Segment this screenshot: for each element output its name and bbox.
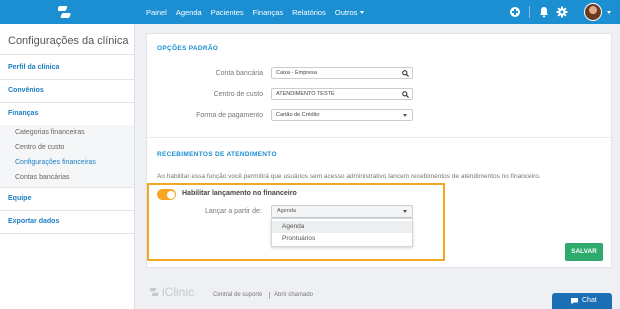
sidebar-subitem-centro-custo[interactable]: Centro de custo <box>15 144 64 151</box>
nav-relatorios[interactable]: Relatórios <box>292 8 326 17</box>
chat-icon <box>571 298 578 305</box>
divider <box>529 6 530 18</box>
sidebar: Configurações da clínica Perfil da clíni… <box>0 24 135 309</box>
toggle-knob <box>166 190 175 199</box>
search-icon <box>402 70 409 77</box>
divider <box>269 292 270 299</box>
centro-custo-label: Centro de custo <box>213 91 263 98</box>
plus-icon[interactable] <box>510 7 520 17</box>
sidebar-item-perfil[interactable]: Perfil da clínica <box>8 64 59 71</box>
main-nav: Painel Agenda Pacientes Finanças Relatór… <box>146 0 373 24</box>
conta-bancaria-label: Conta bancária <box>215 70 263 77</box>
lancar-a-partir-select[interactable]: Agenda <box>271 205 413 218</box>
centro-custo-field[interactable]: ATENDIMENTO TESTE <box>271 88 413 100</box>
nav-agenda[interactable]: Agenda <box>176 8 202 17</box>
sidebar-subitem-contas-bancarias[interactable]: Contas bancárias <box>15 174 69 181</box>
forma-pagamento-value: Cartão de Crédito <box>276 112 320 118</box>
divider <box>0 187 135 188</box>
lancar-a-partir-value: Agenda <box>277 208 296 214</box>
lancar-a-partir-label: Lançar a partir de: <box>205 208 262 215</box>
sidebar-item-exportar[interactable]: Exportar dados <box>8 218 59 225</box>
nav-outros[interactable]: Outros <box>335 8 365 17</box>
sidebar-item-financas[interactable]: Finanças <box>8 110 38 117</box>
avatar[interactable] <box>584 3 602 21</box>
section-heading-opcoes: OPÇÕES PADRÃO <box>157 45 219 52</box>
search-icon <box>402 91 409 98</box>
section-heading-recebimentos: RECEBIMENTOS DE ATENDIMENTO <box>157 151 277 158</box>
central-suporte-link[interactable]: Central de suporte <box>213 292 262 298</box>
lancar-dropdown-menu: Agenda Prontuários <box>271 218 413 247</box>
logo[interactable] <box>0 0 135 24</box>
nav-painel[interactable]: Painel <box>146 8 167 17</box>
footer-logo-icon <box>150 287 159 297</box>
recebimentos-description: Ao habilitar essa função você permitirá … <box>157 173 541 180</box>
sidebar-item-convenios[interactable]: Convênios <box>8 87 44 94</box>
nav-outros-label: Outros <box>334 7 358 17</box>
bell-icon[interactable] <box>539 6 549 18</box>
save-button[interactable]: SALVAR <box>565 243 603 261</box>
centro-custo-value: ATENDIMENTO TESTE <box>276 91 335 97</box>
conta-bancaria-value: Caixa - Empresa <box>276 70 317 76</box>
sidebar-title: Configurações da clínica <box>8 35 129 47</box>
dropdown-option-prontuarios[interactable]: Prontuários <box>272 233 412 245</box>
divider <box>0 210 135 211</box>
nav-pacientes[interactable]: Pacientes <box>211 8 244 17</box>
forma-pagamento-select[interactable]: Cartão de Crédito <box>271 109 413 121</box>
sidebar-subitem-categorias[interactable]: Categorias financeiras <box>15 129 85 136</box>
habilitar-lancamento-label: Habilitar lançamento no financeiro <box>182 190 297 197</box>
dropdown-option-agenda[interactable]: Agenda <box>272 221 412 233</box>
chevron-down-icon <box>403 210 407 213</box>
chevron-down-icon <box>360 11 365 15</box>
top-navbar: Painel Agenda Pacientes Finanças Relatór… <box>0 0 620 24</box>
conta-bancaria-field[interactable]: Caixa - Empresa <box>271 67 413 79</box>
habilitar-lancamento-toggle[interactable] <box>157 189 176 200</box>
chat-label: Chat <box>582 297 597 304</box>
footer-brand: iClinic <box>162 285 195 299</box>
divider <box>0 233 135 234</box>
abrir-chamado-link[interactable]: Abrir chamado <box>274 292 313 298</box>
chat-button[interactable]: Chat <box>552 293 612 309</box>
divider <box>0 54 135 55</box>
nav-financas[interactable]: Finanças <box>253 8 283 17</box>
gear-icon[interactable] <box>556 6 568 18</box>
sidebar-item-equipe[interactable]: Equipe <box>8 195 31 202</box>
divider <box>0 102 135 103</box>
forma-pagamento-label: Forma de pagamento <box>196 112 263 119</box>
logo-icon <box>58 6 71 18</box>
divider <box>0 79 135 80</box>
settings-card: OPÇÕES PADRÃO Conta bancária Caixa - Emp… <box>146 33 612 268</box>
chevron-down-icon[interactable] <box>607 11 611 14</box>
chevron-down-icon <box>403 114 407 117</box>
sidebar-subitem-configuracoes-financeiras[interactable]: Configurações financeiras <box>15 159 96 166</box>
divider <box>147 137 611 138</box>
